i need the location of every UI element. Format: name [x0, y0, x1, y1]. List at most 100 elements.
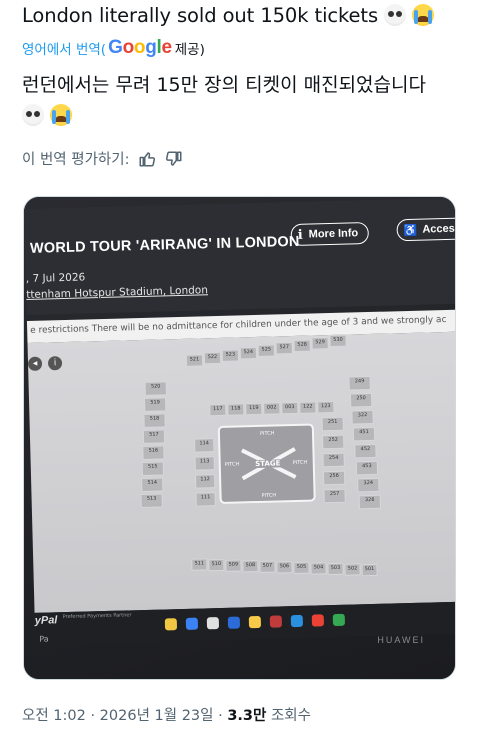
- weather-icon: [164, 618, 178, 631]
- seat-section: 511: [191, 558, 208, 571]
- rate-translation-label: 이 번역 평가하기:: [22, 152, 130, 168]
- stage-label: STAGE: [252, 459, 284, 469]
- app-icon: [332, 613, 346, 627]
- seat-section: 506: [276, 561, 293, 574]
- pitch-label: PITCH: [224, 461, 240, 468]
- post-time: 오전 1:02 · 2026년 1월 23일 ·: [22, 708, 228, 724]
- paypal-logo: yPal: [34, 614, 58, 627]
- seat-section: 522: [203, 351, 222, 365]
- seat-section: 123: [317, 400, 335, 414]
- windows-icon: [185, 617, 199, 630]
- seat-section: 510: [208, 558, 225, 572]
- seat-section: 326: [358, 494, 381, 510]
- more-info-button: i More Info: [290, 221, 370, 247]
- wheelchair-icon: ♿: [403, 224, 418, 237]
- seat-section: 513: [140, 493, 163, 509]
- event-title: WORLD TOUR 'ARIRANG' IN LONDON: [29, 233, 300, 257]
- views-label: 조회수: [266, 708, 311, 724]
- seat-section: 111: [195, 492, 216, 507]
- seat-section: 517: [142, 429, 166, 444]
- seat-map: ◂ i 521 522 523 524 525 527 528 529 530 520 519 518…: [27, 331, 455, 613]
- search-icon: [206, 617, 220, 630]
- accessibility-label: Acces: [422, 222, 455, 236]
- edge-icon: [227, 616, 241, 629]
- seat-section: 514: [141, 477, 164, 493]
- store-icon: [290, 614, 304, 628]
- pitch-label: PITCH: [261, 492, 277, 499]
- seat-section: 515: [141, 461, 165, 477]
- seat-section: 530: [329, 334, 347, 348]
- thumbs-down-icon[interactable]: [165, 150, 183, 168]
- seat-section: 122: [299, 401, 317, 414]
- view-count: 3.3만: [227, 708, 267, 724]
- seat-section: 516: [142, 445, 165, 460]
- seat-section: 451: [352, 426, 376, 442]
- seat-section: 502: [344, 563, 361, 576]
- tweet-photo[interactable]: WORLD TOUR 'ARIRANG' IN LONDON , 7 Jul 2…: [23, 196, 456, 680]
- info-icon: i: [297, 227, 303, 243]
- seat-section: 503: [327, 562, 344, 576]
- translated-from-label: 영어에서 번역(: [22, 42, 107, 58]
- seat-section: 518: [143, 413, 166, 428]
- seat-section: 519: [143, 397, 167, 412]
- photo-of-laptop-screen: WORLD TOUR 'ARIRANG' IN LONDON , 7 Jul 2…: [24, 197, 455, 679]
- tweet-timestamp[interactable]: 오전 1:02 · 2026년 1월 23일 · 3.3만 조회수: [22, 704, 311, 725]
- seat-section: 507: [259, 560, 276, 573]
- seat-section: 252: [322, 434, 345, 450]
- seat-section: 112: [195, 474, 216, 489]
- thumbs-up-icon[interactable]: [138, 150, 156, 168]
- info-icon: i: [47, 356, 63, 371]
- map-control-icon: ◂: [27, 356, 43, 371]
- seat-section: 256: [322, 470, 346, 486]
- crying-face-emoji-icon: [50, 104, 73, 126]
- google-logo-icon: Google: [108, 37, 172, 58]
- seat-section: 509: [225, 559, 242, 572]
- rate-translation-row: 이 번역 평가하기:: [22, 148, 183, 169]
- tweet-body: London literally sold out 150k tickets: [22, 4, 379, 27]
- translated-body: 런던에서는 무려 15만 장의 티켓이 매진되었습니다: [22, 74, 426, 96]
- crying-face-emoji-icon: [412, 4, 435, 26]
- seat-section: 113: [194, 456, 215, 471]
- taskbar-search: Pa: [39, 634, 49, 644]
- seat-section: 322: [351, 409, 374, 425]
- seat-section: 250: [349, 392, 373, 408]
- seat-section: 528: [293, 339, 311, 352]
- seat-section: 523: [221, 349, 240, 362]
- seat-section: 527: [275, 342, 293, 355]
- seat-section: 524: [239, 346, 258, 360]
- seat-section: 508: [242, 559, 259, 573]
- seat-section: 505: [293, 561, 310, 575]
- pitch-area: PITCH PITCH PITCH PITCH STAGE: [217, 423, 316, 504]
- skull-emoji-icon: [22, 104, 44, 126]
- seat-section: 251: [321, 416, 344, 432]
- pitch-label: PITCH: [292, 459, 308, 467]
- app-icon: [269, 615, 283, 628]
- translated-text: 런던에서는 무려 15만 장의 티켓이 매진되었습니다: [22, 72, 426, 130]
- seat-section: 453: [355, 460, 379, 476]
- translation-attribution: 영어에서 번역( Google 제공): [22, 37, 205, 59]
- seat-section: 003: [281, 401, 299, 415]
- ticket-site-screen: WORLD TOUR 'ARIRANG' IN LONDON , 7 Jul 2…: [24, 197, 455, 648]
- stadium-map: 521 522 523 524 525 527 528 529 530 520 519 518 517 5…: [124, 334, 400, 588]
- seat-section: 118: [227, 403, 245, 416]
- seat-section: 249: [348, 375, 371, 391]
- more-info-label: More Info: [308, 227, 359, 241]
- seat-section: 254: [322, 452, 345, 468]
- seat-section: 521: [185, 354, 204, 367]
- seat-section: 257: [323, 488, 346, 504]
- skull-emoji-icon: [384, 4, 407, 26]
- event-venue-link: ttenham Hotspur Stadium, London: [26, 284, 209, 301]
- seat-section: 117: [209, 403, 227, 417]
- seat-section: 002: [263, 402, 281, 415]
- event-date: , 7 Jul 2026: [25, 271, 86, 285]
- huawei-brand: HUAWEI: [377, 635, 425, 645]
- seat-section: 501: [361, 563, 378, 577]
- seat-section: 114: [194, 438, 215, 453]
- stage: STAGE: [246, 448, 289, 479]
- provided-by-label: 제공): [174, 42, 205, 58]
- tweet-text: London literally sold out 150k tickets: [22, 2, 435, 30]
- paypal-partner-text: Preferred Payments Partner: [62, 612, 132, 621]
- seat-section: 452: [354, 443, 377, 459]
- seat-section: 529: [311, 337, 329, 350]
- taskbar-icons: [164, 613, 346, 631]
